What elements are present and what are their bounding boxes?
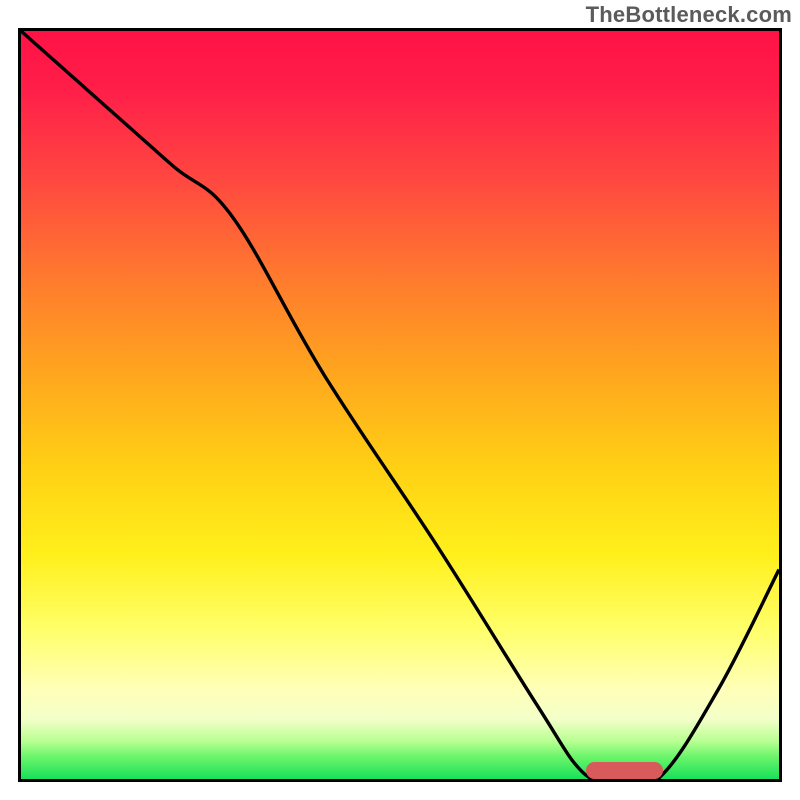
watermark-text: TheBottleneck.com	[586, 2, 792, 28]
line-path	[21, 31, 779, 779]
line-curve	[21, 31, 779, 779]
plot-area	[18, 28, 782, 782]
optimum-marker	[586, 762, 662, 779]
figure: TheBottleneck.com	[0, 0, 800, 800]
